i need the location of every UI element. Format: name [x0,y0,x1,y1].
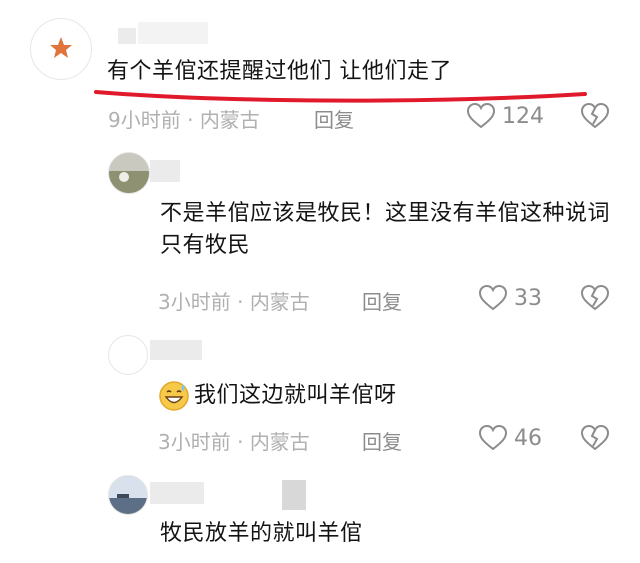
sweat-smile-emoji-icon [159,381,189,411]
meta-separator: · [237,430,244,454]
heart-icon [466,102,496,129]
username-redacted [282,480,306,510]
like-count: 33 [514,285,542,311]
sky-photo-icon [109,476,147,514]
reply-button[interactable]: 回复 [362,426,402,455]
star-icon [50,37,72,58]
broken-heart-icon [580,284,610,311]
comment-text: 不是羊倌应该是牧民！这里没有羊倌这种说词只有牧民 [160,201,611,258]
heart-icon [478,424,508,451]
avatar[interactable] [108,475,148,515]
broken-heart-icon [580,102,610,129]
username-redacted[interactable] [150,340,202,360]
comment-time: 9小时前 [108,108,181,132]
dislike-button[interactable] [580,102,610,130]
comment-location: 内蒙古 [249,290,310,314]
avatar[interactable] [108,335,148,375]
like-button[interactable]: 33 [478,284,542,312]
comment-text: 我们这边就叫羊倌呀 [194,383,397,409]
meta-separator: · [237,290,244,314]
reply-button[interactable]: 回复 [314,104,354,133]
heart-icon [478,284,508,311]
dislike-button[interactable] [580,424,610,452]
username-redacted[interactable] [150,482,204,504]
like-count: 46 [514,425,542,451]
comment-location: 内蒙古 [249,430,310,454]
avatar[interactable] [30,18,92,80]
username-redacted[interactable] [118,28,136,44]
username-redacted[interactable] [150,160,180,182]
like-count: 124 [502,103,544,129]
like-button[interactable]: 124 [466,102,544,130]
comment-location: 内蒙古 [199,108,260,132]
username-redacted [138,22,208,44]
comment-meta: 3小时前 · 内蒙古 [158,426,310,455]
comment-time: 3小时前 [158,430,231,454]
comment-text: 牧民放羊的就叫羊倌 [160,521,363,546]
like-button[interactable]: 46 [478,424,542,452]
meta-separator: · [187,108,194,132]
reply-button[interactable]: 回复 [362,286,402,315]
comment-meta: 3小时前 · 内蒙古 [158,286,310,315]
avatar[interactable] [108,152,150,194]
broken-heart-icon [580,424,610,451]
comment-body: 我们这边就叫羊倌呀 [158,378,397,414]
comment-time: 3小时前 [158,290,231,314]
comment-meta: 9小时前 · 内蒙古 [108,104,260,133]
dislike-button[interactable] [580,284,610,312]
landscape-photo-icon [109,153,149,193]
